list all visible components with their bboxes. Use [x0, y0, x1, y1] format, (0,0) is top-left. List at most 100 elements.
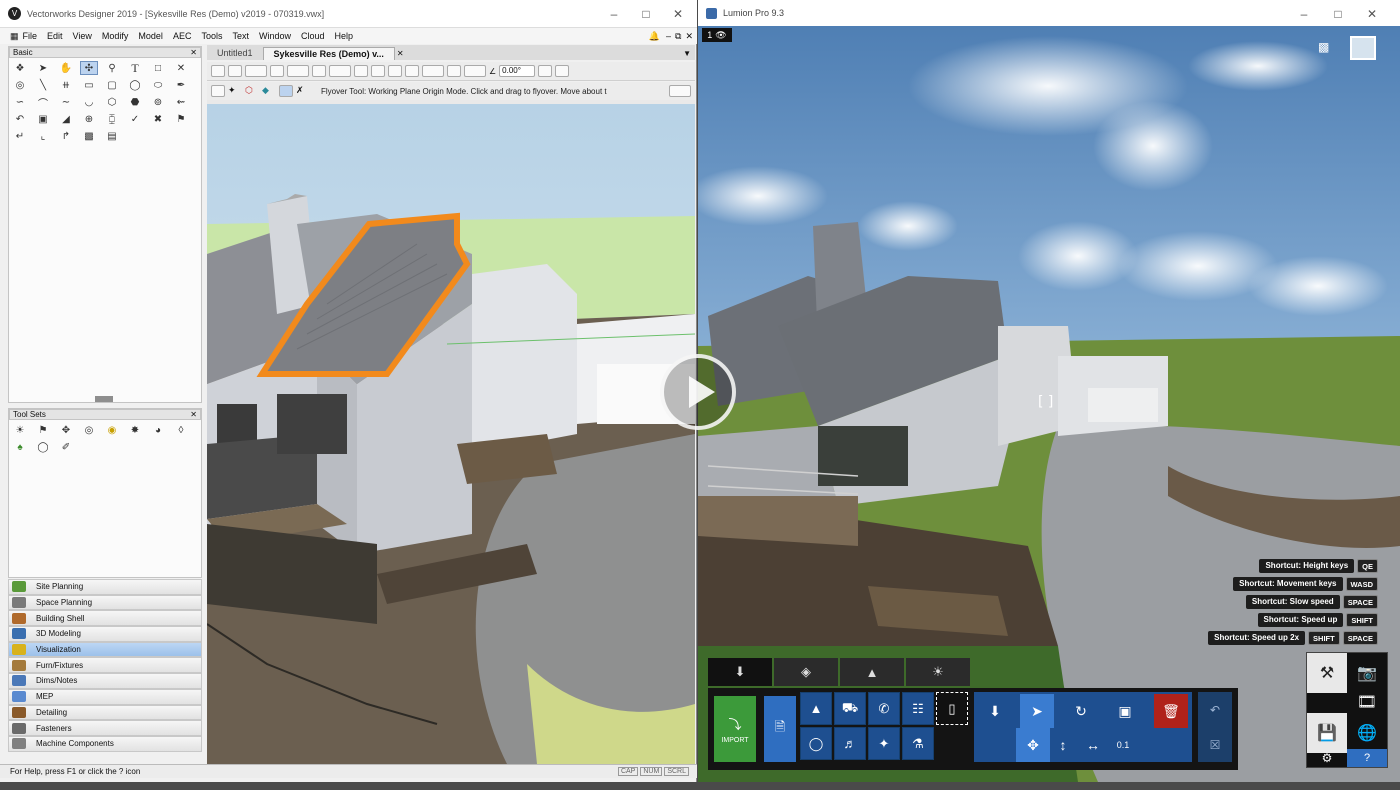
save-icon[interactable]: 💾	[1307, 713, 1347, 753]
doc-minimize-icon[interactable]: –	[666, 31, 671, 41]
menu-edit[interactable]: Edit	[47, 31, 63, 41]
camera-view-badge[interactable]: 1 👁	[702, 28, 732, 42]
coordinate-readout[interactable]: 0.1	[1106, 728, 1140, 762]
build-mode-icon[interactable]: ⚒	[1307, 653, 1347, 693]
utility-icon[interactable]: ▯	[936, 692, 968, 725]
view-layer-icon[interactable]: ▩	[80, 129, 98, 143]
plane-dropdown[interactable]	[464, 65, 486, 77]
zoom-tool-icon[interactable]: ⚲	[103, 61, 121, 75]
render-bitmap-icon[interactable]: ◊	[172, 423, 190, 437]
video-play-button[interactable]	[660, 354, 736, 430]
doc-restore-icon[interactable]: ⧉	[675, 31, 681, 42]
tab-close-icon[interactable]: ✕	[397, 49, 404, 58]
menu-view[interactable]: View	[73, 31, 92, 41]
text-tool-icon[interactable]: T	[126, 61, 144, 75]
back-icon[interactable]	[211, 65, 225, 77]
materials-mode-tab[interactable]: ◈	[774, 658, 838, 686]
help-icon[interactable]: ?	[1347, 749, 1387, 767]
menu-tools[interactable]: Tools	[201, 31, 222, 41]
select-tool-icon[interactable]: ➤	[1020, 694, 1054, 728]
light-tool-icon[interactable]: ☀	[11, 423, 29, 437]
callout-tool-icon[interactable]: □	[149, 61, 167, 75]
freehand-tool-icon[interactable]: ∼	[57, 95, 75, 109]
imported-model-button[interactable]: 🗎	[764, 696, 796, 762]
maximize-icon[interactable]: □	[1322, 0, 1354, 28]
close-icon[interactable]: ✕	[662, 0, 694, 28]
notification-bell-icon[interactable]: 🔔	[649, 31, 660, 42]
toolset-fasteners[interactable]: Fasteners	[8, 720, 202, 736]
delete-icon[interactable]: 🗑	[1154, 694, 1188, 728]
zoom-icon[interactable]	[371, 65, 385, 77]
minimize-icon[interactable]: –	[598, 0, 630, 28]
working-plane-icon[interactable]	[447, 65, 461, 77]
toolset-visualization[interactable]: Visualization	[8, 641, 202, 658]
menu-modify[interactable]: Modify	[102, 31, 129, 41]
chamfer-tool-icon[interactable]: ⌞	[34, 129, 52, 143]
furniture-icon[interactable]: ⚗	[902, 727, 934, 760]
eyedropper-tool-icon[interactable]: ✒	[172, 78, 190, 92]
height-tool-icon[interactable]: ↕	[1046, 728, 1080, 762]
toolset-mep[interactable]: MEP	[8, 688, 202, 705]
mode-target-icon[interactable]: ✦	[228, 85, 242, 97]
locus-tool-icon[interactable]: ⊕	[80, 112, 98, 126]
mode-object-icon[interactable]: ⬡	[245, 85, 259, 97]
transport-icon[interactable]: ⛟	[834, 692, 866, 725]
dimension-tool-icon[interactable]: ✕	[172, 61, 190, 75]
landscape-mode-tab[interactable]: ▲	[840, 658, 904, 686]
sound-icon[interactable]: ♬	[834, 727, 866, 760]
class-options-dropdown[interactable]	[245, 65, 267, 77]
move-horizontal-icon[interactable]: ↔	[1076, 728, 1110, 762]
arc-tool-icon[interactable]: ⌒	[34, 95, 52, 110]
camera-match-icon[interactable]: ⚑	[34, 423, 52, 437]
doc-close-icon[interactable]: ✕	[685, 31, 693, 42]
projection-icon[interactable]	[354, 65, 368, 77]
attribute-mapping-icon[interactable]: ◎	[11, 78, 29, 92]
clip-tool-icon[interactable]: ✖	[149, 112, 167, 126]
heliodon-icon[interactable]: ◉	[103, 423, 121, 437]
maximize-icon[interactable]: □	[630, 0, 662, 28]
objects-mode-tab[interactable]: ⬇	[708, 658, 772, 686]
fillet-tool-icon[interactable]: ◢	[57, 112, 75, 126]
mode-more-icon[interactable]	[669, 85, 691, 97]
forward-icon[interactable]	[228, 65, 242, 77]
line-tool-icon[interactable]: ╲	[34, 78, 52, 92]
effects-icon[interactable]: ✦	[868, 727, 900, 760]
page-icon[interactable]	[538, 65, 553, 77]
double-line-tool-icon[interactable]: ⧺	[57, 78, 75, 92]
standard-views-dropdown[interactable]	[422, 65, 444, 77]
palette-close-icon[interactable]: ✕	[190, 410, 197, 419]
mode-view-icon[interactable]: ◆	[262, 85, 276, 97]
rounded-rect-tool-icon[interactable]: ▢	[103, 78, 121, 92]
trim-tool-icon[interactable]: ✓	[126, 112, 144, 126]
menu-help[interactable]: Help	[335, 31, 354, 41]
toolset-site-planning[interactable]: Site Planning	[8, 579, 202, 595]
menu-file[interactable]: File	[23, 31, 38, 41]
fullscreen-preview-icon[interactable]	[1350, 36, 1376, 60]
renderworks-camera-icon[interactable]: ◕	[149, 423, 167, 437]
bug-tool-icon[interactable]: ◯	[34, 440, 52, 454]
grid-icon[interactable]	[555, 65, 570, 77]
angle-field[interactable]: 0.00°	[499, 65, 536, 77]
monitor-icon[interactable]: ▩	[1318, 40, 1338, 54]
reshape-tool-icon[interactable]: ↶	[11, 112, 29, 126]
mirror-tool-icon[interactable]: ⧮	[103, 112, 121, 126]
split-tool-icon[interactable]: ↵	[11, 129, 29, 143]
people-icon[interactable]: ✆	[868, 692, 900, 725]
rectangle-tool-icon[interactable]: ▭	[80, 78, 98, 92]
toolset-machine-components[interactable]: Machine Components	[8, 735, 202, 752]
layer-icon[interactable]	[270, 65, 284, 77]
vw-3d-view[interactable]	[207, 104, 695, 764]
undo-icon[interactable]: ↶	[1210, 703, 1220, 717]
tab-untitled1[interactable]: Untitled1	[207, 47, 263, 60]
close-icon[interactable]: ✕	[1356, 0, 1388, 28]
flyover-tool-icon[interactable]: ✣	[80, 61, 98, 75]
move-by-points-icon[interactable]: ⇜	[172, 95, 190, 109]
toolset-3d-modeling[interactable]: 3D Modeling	[8, 626, 202, 642]
menu-window[interactable]: Window	[259, 31, 291, 41]
plant-tool-icon[interactable]: ♠	[11, 440, 29, 454]
walkthrough-tool-icon[interactable]: ⚑	[172, 112, 190, 126]
render-mode-dropdown[interactable]	[329, 65, 351, 77]
layer-dropdown[interactable]	[287, 65, 309, 77]
standard-views-icon[interactable]	[405, 65, 419, 77]
menu-cloud[interactable]: Cloud	[301, 31, 325, 41]
